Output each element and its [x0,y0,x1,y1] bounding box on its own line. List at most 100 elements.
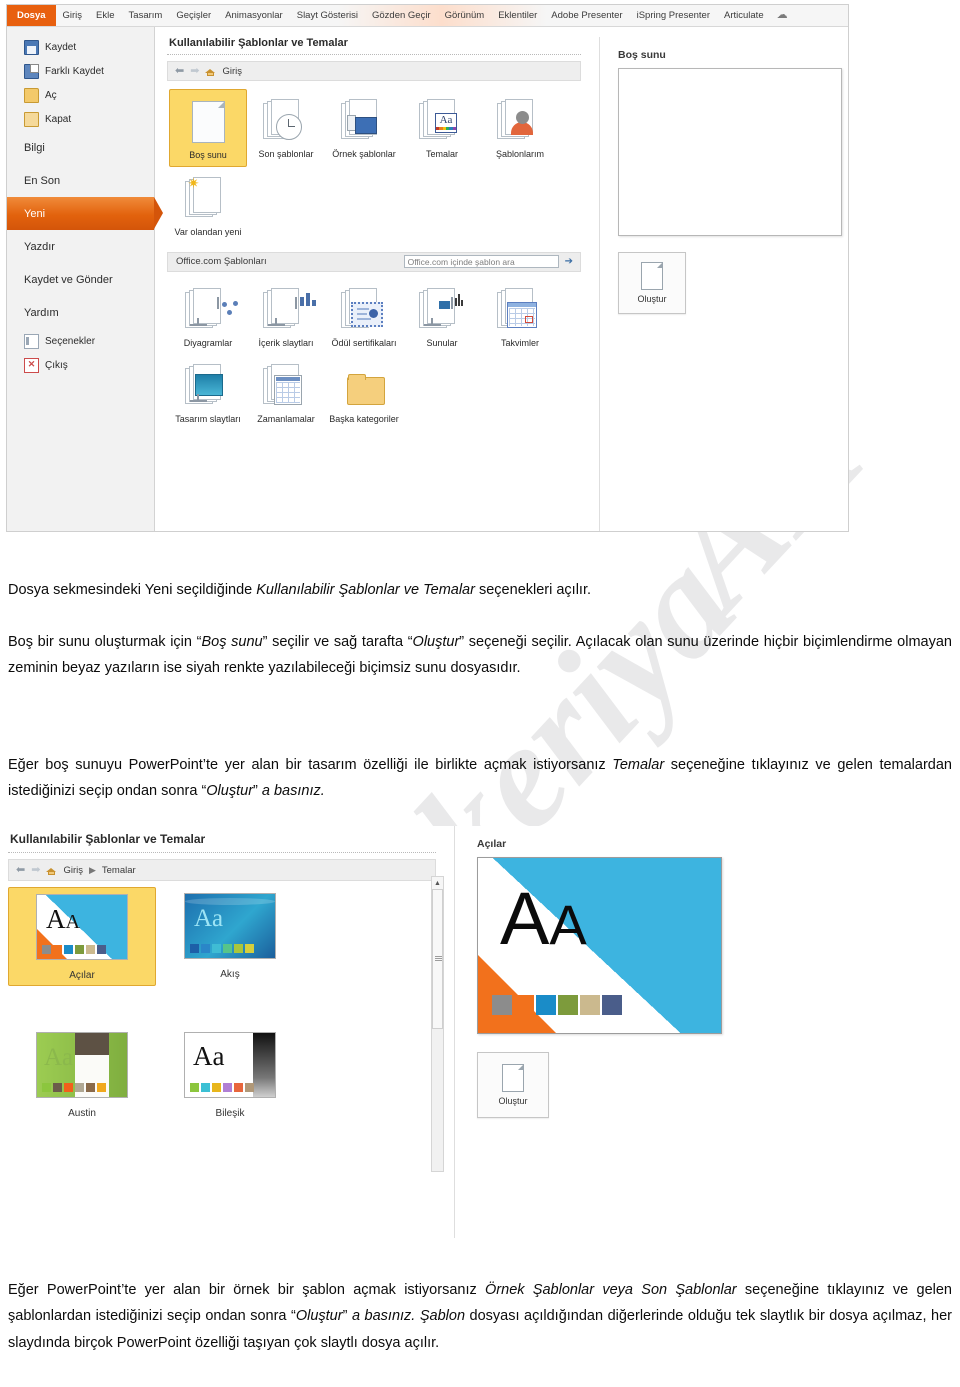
theme-swatches [42,1083,106,1092]
theme-bilesik[interactable]: Aa Bileşik [156,1026,304,1123]
tab-gecisler[interactable]: Geçişler [169,5,218,26]
schedules-icon [247,358,325,414]
nav-label: Kapat [45,113,72,125]
theme-thumbnail-akis: Aa [184,893,276,959]
nav-item-kapat[interactable]: Kapat [7,107,154,131]
category-sunular[interactable]: Sunular [403,278,481,354]
office-com-search-input[interactable]: Office.com içinde şablon ara [403,255,559,269]
breadcrumb-home[interactable]: Giriş [222,66,242,77]
my-templates-icon [481,93,559,149]
home-icon[interactable] [205,66,216,76]
theme-akis[interactable]: Aa Akış [156,887,304,986]
tile-bos-sunu[interactable]: Boş sunu [169,89,247,168]
category-icerik-slaytlari[interactable]: İçerik slaytları [247,278,325,354]
tile-sablonlarim[interactable]: Şablonlarım [481,89,559,167]
theme-acilar[interactable]: AA Açılar [8,887,156,986]
tile-son-sablonlar[interactable]: Son şablonlar [247,89,325,167]
theme-thumbnail-austin: Aa [36,1032,128,1098]
nav-item-yazdir[interactable]: Yazdır [7,230,154,263]
tab-ispring-presenter[interactable]: iSpring Presenter [630,5,717,26]
back-arrow-icon[interactable]: ⬅ [175,65,184,77]
tile-var-olandan-yeni[interactable]: ✷ Var olandan yeni [169,167,247,243]
category-zamanlamalar[interactable]: Zamanlamalar [247,354,325,430]
nav-label: Yeni [24,207,46,220]
create-button[interactable]: Oluştur [618,252,686,314]
calendar-icon [481,282,559,338]
nav-item-cikis[interactable]: ✕ Çıkış [7,353,154,377]
tab-animasyonlar[interactable]: Animasyonlar [218,5,290,26]
category-label: Başka kategoriler [329,414,399,425]
category-diyagramlar[interactable]: Diyagramlar [169,278,247,354]
nav-item-en-son[interactable]: En Son [7,164,154,197]
paragraph-1: Dosya sekmesindeki Yeni seçildiğinde Kul… [8,577,952,604]
home-icon[interactable] [46,865,57,875]
tab-dosya[interactable]: Dosya [7,5,56,26]
nav-item-ac[interactable]: Aç [7,83,154,107]
divider [167,54,581,55]
nav-label: Aç [45,89,57,101]
p3-text-a: Eğer boş sunuyu PowerPoint’te yer alan b… [8,756,613,773]
breadcrumb-home[interactable]: Giriş [63,865,83,876]
nav-item-yeni[interactable]: Yeni [7,197,163,230]
category-label: Takvimler [500,337,539,348]
category-odul-sertifikalari[interactable]: Ödül sertifikaları [325,278,403,354]
p1-text-a: Dosya sekmesindeki Yeni seçildiğinde [8,581,257,598]
category-label: Tasarım slaytları [175,414,241,425]
create-button-label: Oluştur [498,1096,528,1106]
arrow-right-icon[interactable]: ➔ [562,256,576,267]
theme-thumbnail-acilar: AA [36,894,128,960]
close-folder-icon [24,111,39,127]
new-document-icon [502,1064,524,1092]
create-button-label: Oluştur [637,294,667,304]
category-tasarim-slaytlari[interactable]: Tasarım slaytları [169,354,247,430]
tab-ekle[interactable]: Ekle [89,5,121,26]
award-certificate-icon [325,282,403,338]
scrollbar-thumb[interactable] [432,889,443,1029]
p2-italic-1: Boş sunu [201,633,263,650]
tab-slayt-gosterisi[interactable]: Slayt Gösterisi [290,5,365,26]
nav-item-bilgi[interactable]: Bilgi [7,131,154,164]
category-label: Sunular [426,337,458,348]
category-label: Ödül sertifikaları [331,337,397,348]
tab-articulate[interactable]: Articulate [717,5,771,26]
category-baska-kategoriler[interactable]: Başka kategoriler [325,354,403,430]
tile-label: Son şablonlar [258,149,314,159]
nav-item-secenekler[interactable]: Seçenekler [7,329,154,353]
paragraph-4: Eğer PowerPoint’te yer alan bir örnek bi… [8,1277,952,1357]
tile-ornek-sablonlar[interactable]: Örnek şablonlar [325,89,403,167]
tab-gorunum[interactable]: Görünüm [438,5,492,26]
nav-label: Kaydet [45,41,77,53]
p2-italic-2: Oluştur [412,633,460,650]
nav-item-farkli-kaydet[interactable]: Farklı Kaydet [7,59,154,83]
paragraph-3: Eğer boş sunuyu PowerPoint’te yer alan b… [8,752,952,806]
tab-giris[interactable]: Giriş [56,5,90,26]
create-button[interactable]: Oluştur [477,1052,549,1118]
themes-scrollbar[interactable]: ▲ [431,876,444,1172]
tab-tasarim[interactable]: Tasarım [122,5,170,26]
nav-item-kaydet-ve-gonder[interactable]: Kaydet ve Gönder [7,263,154,296]
tile-temalar[interactable]: Aa Temalar [403,89,481,167]
nav-label: Yazdır [24,240,55,253]
tile-label: Var olandan yeni [174,227,242,238]
nav-label: Seçenekler [45,335,96,347]
powerpoint-backstage-screenshot: Dosya Giriş Ekle Tasarım Geçişler Animas… [6,4,849,532]
nav-item-kaydet[interactable]: Kaydet [7,35,154,59]
chevron-right-icon: ▶ [88,864,96,875]
save-icon [24,39,39,55]
open-folder-icon [24,87,39,103]
theme-austin[interactable]: Aa Austin [8,1026,156,1123]
presentations-icon [403,282,481,338]
p4-text-a: Eğer PowerPoint’te yer alan bir örnek bi… [8,1281,486,1298]
p3-italic-1: Temalar [612,756,665,773]
tab-adobe-presenter[interactable]: Adobe Presenter [544,5,629,26]
template-tile-grid: Boş sunu Son şablonlar Örnek şablonlar A… [167,81,584,244]
nav-item-yardim[interactable]: Yardım [7,296,154,329]
help-icon[interactable]: ☁ [771,5,794,26]
category-takvimler[interactable]: Takvimler [481,278,559,354]
preview-thumbnail [618,68,842,236]
forward-arrow-icon[interactable]: ➡ [31,864,40,876]
back-arrow-icon[interactable]: ⬅ [16,864,25,876]
forward-arrow-icon[interactable]: ➡ [190,65,199,77]
tab-eklentiler[interactable]: Eklentiler [491,5,544,26]
tab-gozden-gecir[interactable]: Gözden Geçir [365,5,438,26]
